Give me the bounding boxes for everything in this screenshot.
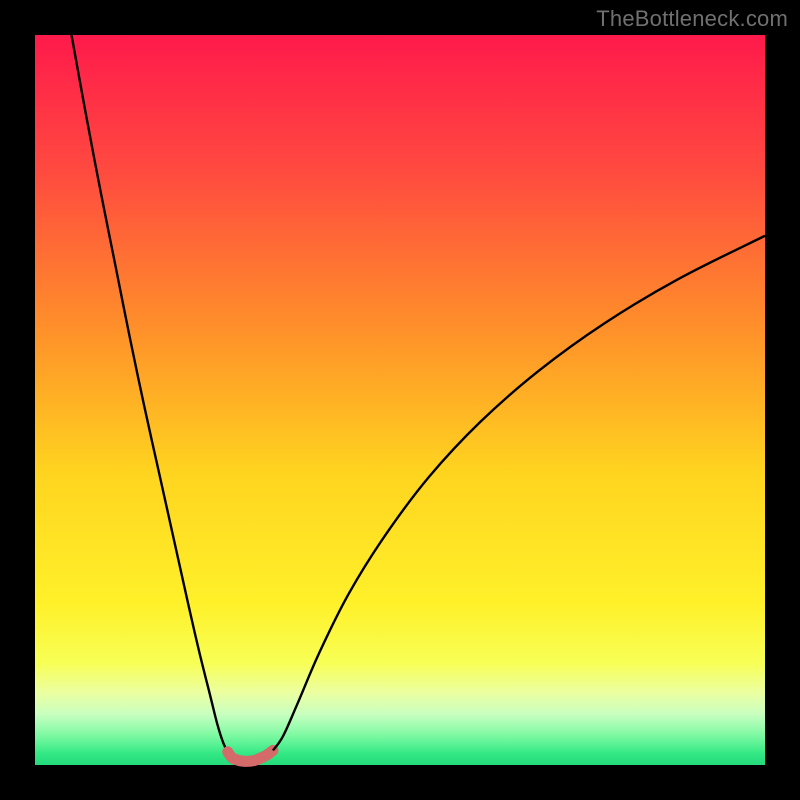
- plot-background: [35, 35, 765, 765]
- chart-frame: TheBottleneck.com: [0, 0, 800, 800]
- bottleneck-chart: [0, 0, 800, 800]
- watermark-text: TheBottleneck.com: [596, 6, 788, 32]
